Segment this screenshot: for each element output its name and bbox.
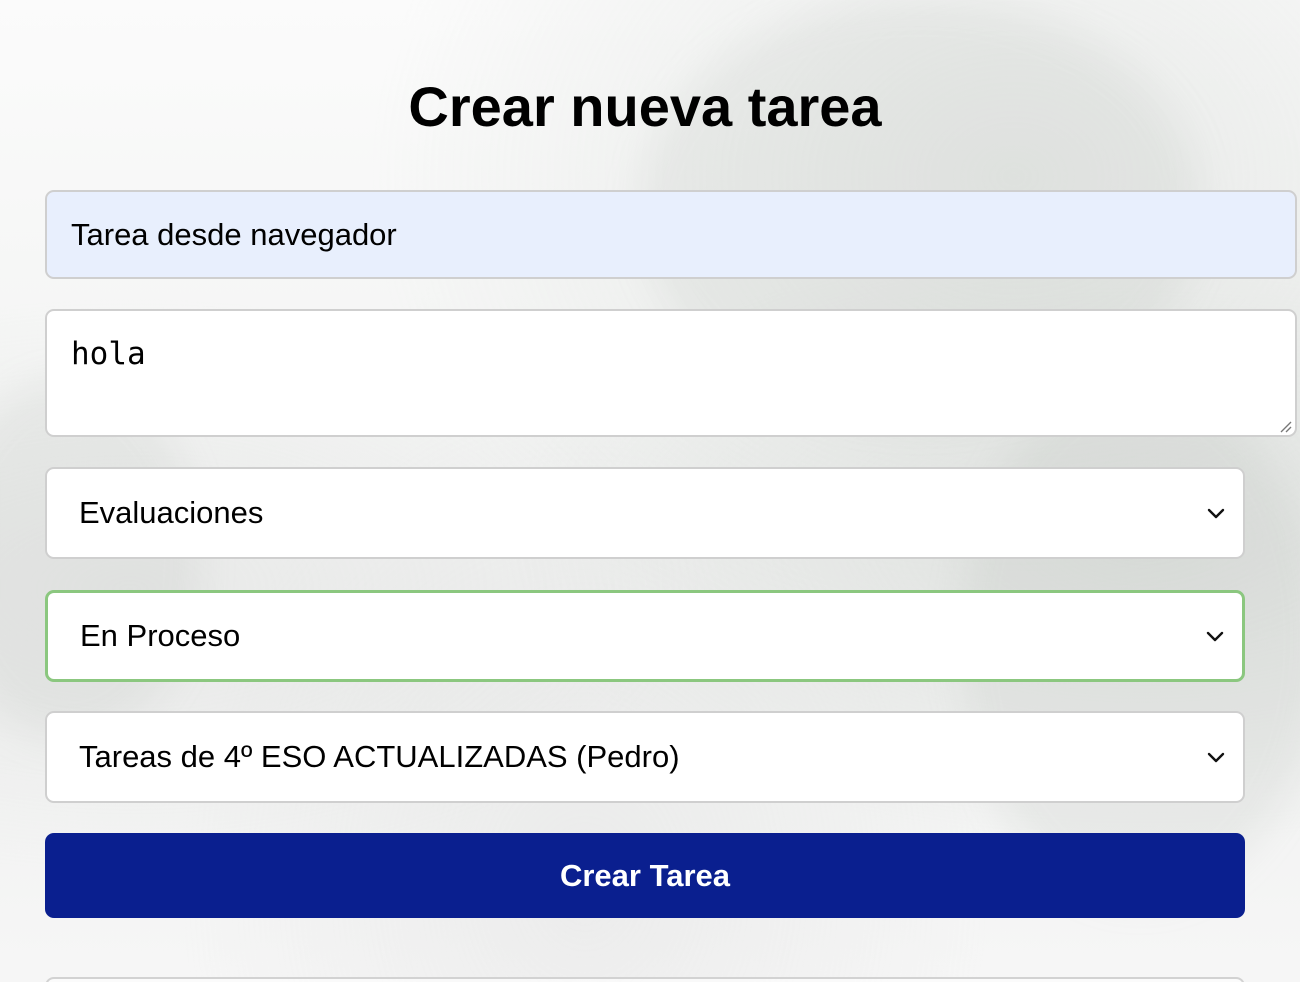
next-card-edge [45,977,1245,982]
task-list-select[interactable]: Tareas de 4º ESO ACTUALIZADAS (Pedro) [45,711,1245,803]
resize-grip-icon[interactable] [1278,419,1292,433]
status-select[interactable]: En Proceso [45,590,1245,682]
create-task-button[interactable]: Crear Tarea [45,833,1245,918]
category-select-value: Evaluaciones [79,495,264,530]
status-select-value: En Proceso [80,618,241,653]
task-list-select-value: Tareas de 4º ESO ACTUALIZADAS (Pedro) [79,739,680,774]
page-title: Crear nueva tarea [408,75,882,138]
chevron-down-icon [1207,508,1225,519]
task-description-textarea[interactable]: hola [45,309,1297,437]
chevron-down-icon [1207,752,1225,763]
category-select[interactable]: Evaluaciones [45,467,1245,559]
task-title-input[interactable] [45,190,1297,279]
chevron-down-icon [1206,631,1224,642]
